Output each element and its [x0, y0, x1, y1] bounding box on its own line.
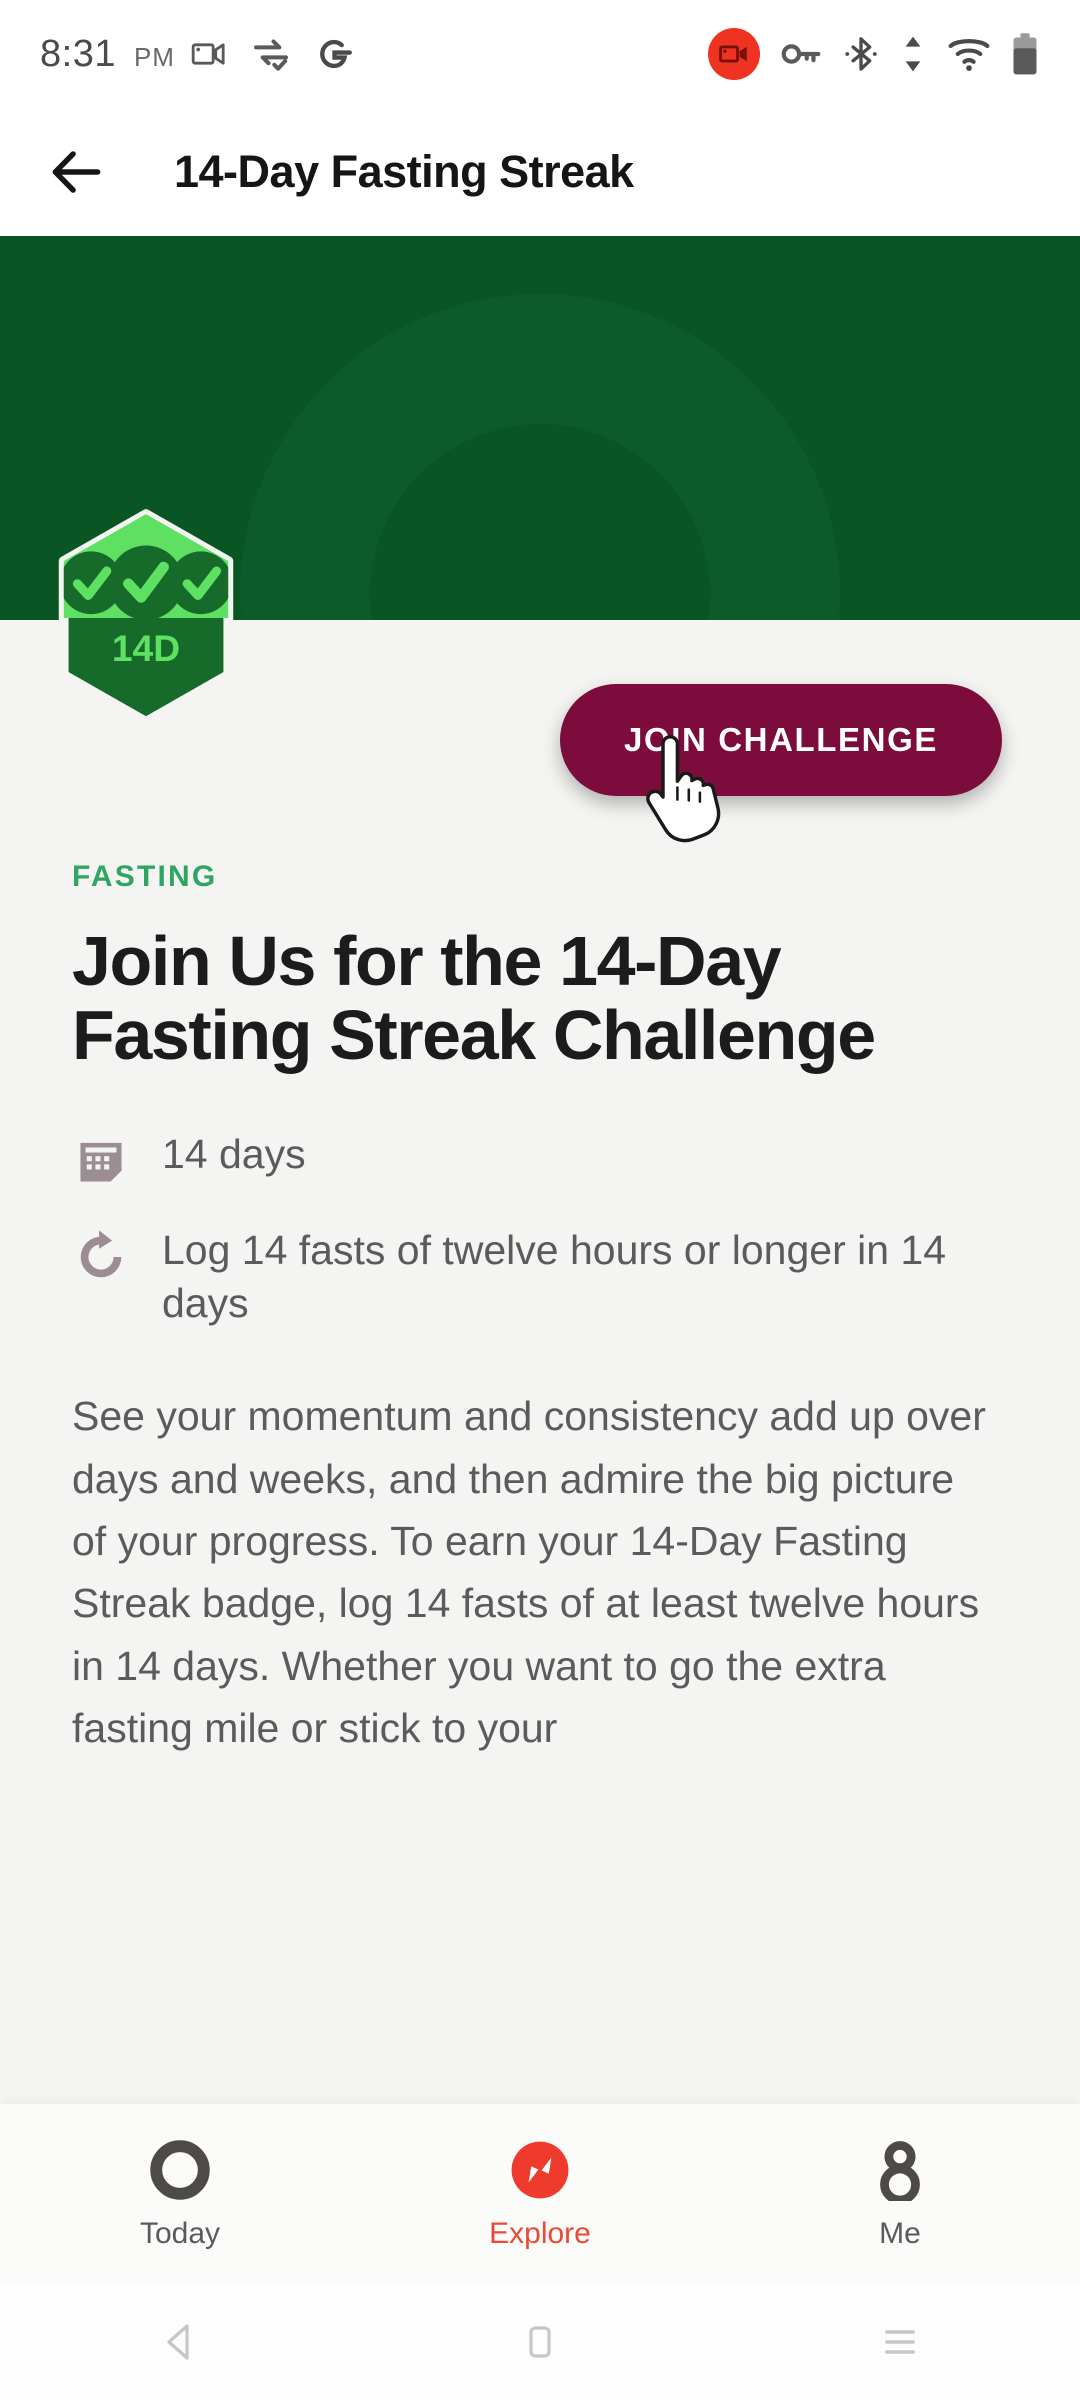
google-g-icon [320, 39, 352, 69]
badge-label: 14D [112, 627, 180, 669]
circle-ring-icon [147, 2137, 213, 2203]
arrow-left-icon [52, 151, 101, 193]
app-header: 14-Day Fasting Streak [0, 108, 1080, 236]
battery-icon [1013, 33, 1037, 75]
bluetooth-icon [845, 37, 877, 71]
app-screen: 8:31 PM 14-Day Fasting Streak 14D JOIN C… [0, 0, 1080, 2400]
transfer-check-icon [253, 39, 288, 71]
challenge-badge: 14D [48, 508, 244, 728]
challenge-description: See your momentum and consistency add up… [72, 1393, 986, 1751]
nav-item-explore[interactable]: Explore [360, 2137, 720, 2251]
home-nav-button[interactable] [360, 2318, 720, 2366]
status-ampm: PM [133, 41, 175, 72]
screen-cast-icon [191, 43, 225, 65]
wifi-icon [948, 39, 990, 71]
status-bar-notification-icons [189, 33, 355, 75]
join-challenge-button[interactable]: JOIN CHALLENGE [560, 684, 1002, 796]
person-icon [867, 2137, 933, 2203]
nav-label-today: Today [139, 2217, 221, 2250]
challenge-headline: Join Us for the 14-Day Fasting Streak Ch… [72, 922, 876, 1075]
repeat-refresh-icon [72, 1228, 130, 1286]
join-challenge-label: JOIN CHALLENGE [624, 721, 938, 758]
meta-row-goal: Log 14 fasts of twelve hours or longer i… [72, 1224, 1008, 1329]
status-bar: 8:31 PM [0, 0, 1080, 108]
meta-duration-text: 14 days [162, 1131, 306, 1178]
lines-recents-icon [885, 2330, 915, 2354]
data-transfer-icon [905, 36, 921, 72]
nav-label-explore: Explore [489, 2217, 591, 2250]
android-navigation-bar [0, 2284, 1080, 2400]
hero-ring-decoration [240, 294, 840, 620]
triangle-back-icon [167, 2324, 189, 2360]
back-button[interactable] [22, 117, 132, 227]
page-title: 14-Day Fasting Streak [174, 146, 634, 197]
hexagon-badge-icon: 14D [58, 509, 234, 727]
meta-goal-text: Log 14 fasts of twelve hours or longer i… [162, 1227, 947, 1326]
calendar-icon [72, 1132, 130, 1190]
bottom-navigation: Today Explore Me [0, 2104, 1080, 2284]
category-eyebrow: FASTING [72, 860, 218, 893]
status-bar-system-icons [708, 28, 1040, 80]
square-home-icon [529, 2326, 551, 2358]
recents-nav-button[interactable] [720, 2318, 1080, 2366]
nav-item-me[interactable]: Me [720, 2137, 1080, 2251]
challenge-content: FASTING Join Us for the 14-Day Fasting S… [0, 860, 1080, 1759]
status-time: 8:31 [40, 32, 116, 75]
back-nav-button[interactable] [0, 2318, 360, 2366]
screen-record-icon [708, 28, 760, 80]
meta-row-duration: 14 days [72, 1128, 1008, 1190]
nav-label-me: Me [879, 2217, 921, 2250]
compass-icon [507, 2137, 573, 2203]
vpn-key-icon [781, 44, 821, 64]
status-bar-left: 8:31 PM [40, 33, 175, 76]
nav-item-today[interactable]: Today [0, 2137, 360, 2251]
